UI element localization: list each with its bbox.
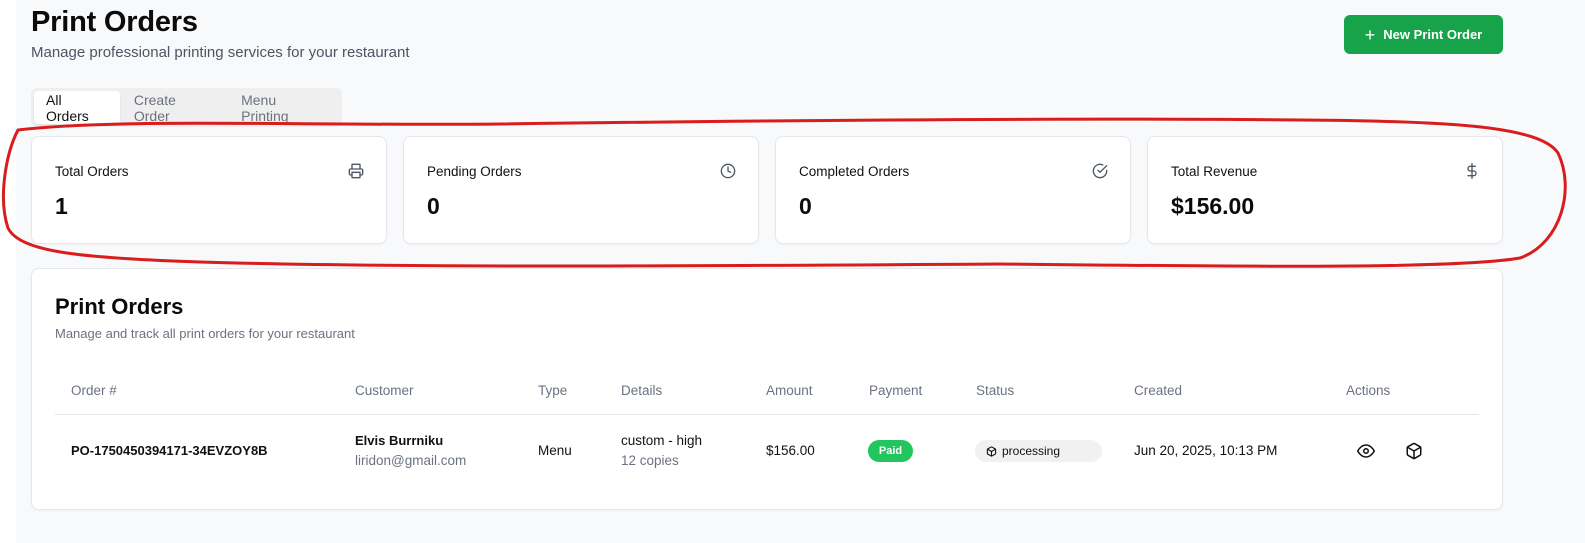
tab-list: All Orders Create Order Menu Printing <box>31 88 342 127</box>
column-header-created: Created <box>1134 383 1183 398</box>
check-circle-icon <box>1092 163 1108 179</box>
view-eye-icon[interactable] <box>1357 442 1375 460</box>
dollar-icon <box>1467 163 1477 179</box>
column-header-details: Details <box>621 383 663 398</box>
stat-value: 1 <box>55 193 68 219</box>
column-header-type: Type <box>538 383 568 398</box>
order-type: Menu <box>538 443 572 458</box>
column-header-order-no: Order # <box>71 383 117 398</box>
stat-label: Total Orders <box>55 164 129 179</box>
customer-email: liridon@gmail.com <box>355 453 467 468</box>
tab-all-orders[interactable]: All Orders <box>34 91 120 124</box>
table-header-divider <box>55 414 1479 415</box>
orders-panel-title: Print Orders <box>55 294 184 319</box>
column-header-actions: Actions <box>1346 383 1391 398</box>
stat-value: 0 <box>427 193 440 219</box>
printer-icon <box>348 163 364 179</box>
print-orders-panel: Print Orders Manage and track all print … <box>31 268 1503 510</box>
stat-card-pending-orders: Pending Orders 0 <box>403 136 759 244</box>
column-header-customer: Customer <box>355 383 414 398</box>
stat-label: Total Revenue <box>1171 164 1258 179</box>
stat-card-completed-orders: Completed Orders 0 <box>775 136 1131 244</box>
order-created: Jun 20, 2025, 10:13 PM <box>1134 443 1278 458</box>
payment-badge: Paid <box>868 440 913 462</box>
page-subtitle: Manage professional printing services fo… <box>31 44 410 61</box>
order-number: PO-1750450394171-34EVZOY8B <box>71 443 268 458</box>
tab-menu-printing[interactable]: Menu Printing <box>229 91 339 124</box>
stat-value: $156.00 <box>1171 193 1255 219</box>
order-details: custom - high <box>621 433 703 448</box>
order-amount: $156.00 <box>766 443 815 458</box>
stat-label: Pending Orders <box>427 164 522 179</box>
stat-label: Completed Orders <box>799 164 910 179</box>
stat-value: 0 <box>799 193 812 219</box>
stat-card-total-orders: Total Orders 1 <box>31 136 387 244</box>
status-label: processing <box>1002 444 1061 458</box>
customer-name: Elvis Burrniku <box>355 433 444 448</box>
column-header-amount: Amount <box>766 383 813 398</box>
plus-icon: + <box>1364 24 1376 45</box>
column-header-payment: Payment <box>869 383 923 398</box>
package-icon <box>986 445 997 457</box>
column-header-status: Status <box>976 383 1015 398</box>
stat-card-total-revenue: Total Revenue $156.00 <box>1147 136 1503 244</box>
page-title: Print Orders <box>31 6 198 38</box>
new-print-order-label: New Print Order <box>1383 27 1483 42</box>
new-print-order-button[interactable]: + New Print Order <box>1344 15 1503 54</box>
package-action-icon[interactable] <box>1405 442 1423 460</box>
status-badge: processing <box>975 440 1102 462</box>
clock-icon <box>720 163 736 179</box>
order-copies: 12 copies <box>621 453 679 468</box>
orders-panel-subtitle: Manage and track all print orders for yo… <box>55 326 355 341</box>
tab-create-order[interactable]: Create Order <box>122 91 227 124</box>
